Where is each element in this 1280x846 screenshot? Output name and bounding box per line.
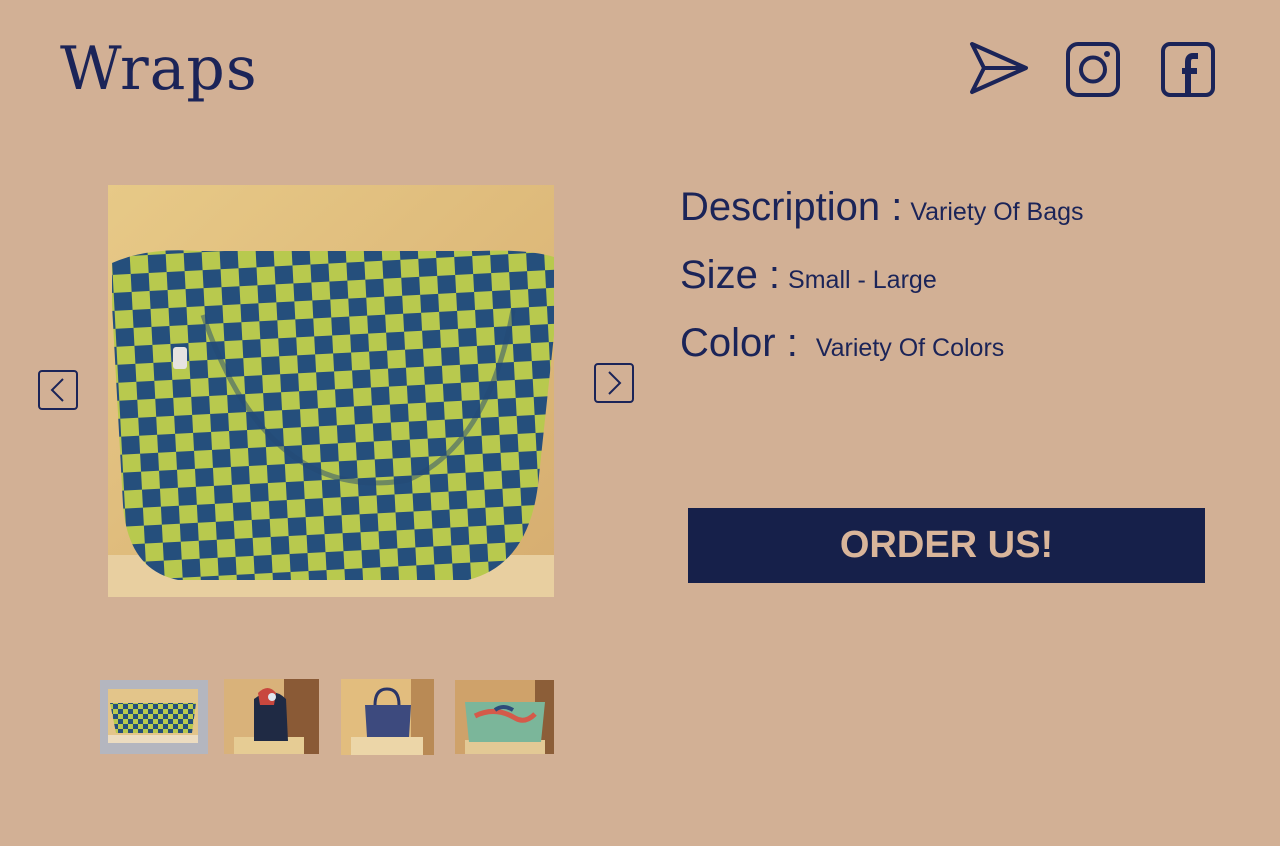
thumbnail-patterned-backpack[interactable] <box>224 679 319 754</box>
instagram-icon[interactable] <box>1065 42 1121 98</box>
prev-image-button[interactable] <box>38 370 78 410</box>
facebook-icon[interactable] <box>1160 42 1216 98</box>
color-value: Variety Of Colors <box>815 334 1005 362</box>
description-row: Description : Variety Of Bags <box>680 185 1084 230</box>
main-product-image <box>108 185 554 597</box>
thumbnail-navy-tote[interactable] <box>341 679 434 755</box>
size-label: Size : <box>680 253 781 297</box>
size-row: Size : Small - Large <box>680 253 937 298</box>
chevron-right-icon <box>608 371 622 395</box>
next-image-button[interactable] <box>594 363 634 403</box>
color-label: Color : <box>680 321 798 365</box>
size-value: Small - Large <box>788 266 937 294</box>
description-label: Description : <box>680 185 903 229</box>
chevron-left-icon <box>50 378 64 402</box>
send-icon[interactable] <box>968 40 1030 98</box>
thumbnail-checkered-bag[interactable] <box>100 680 208 754</box>
brand-logo: Wraps <box>60 34 258 104</box>
thumbnail-mint-tote[interactable] <box>455 680 554 754</box>
color-row: Color : Variety Of Colors <box>680 321 1004 366</box>
order-button[interactable]: ORDER US! <box>688 508 1205 583</box>
description-value: Variety Of Bags <box>910 198 1084 226</box>
